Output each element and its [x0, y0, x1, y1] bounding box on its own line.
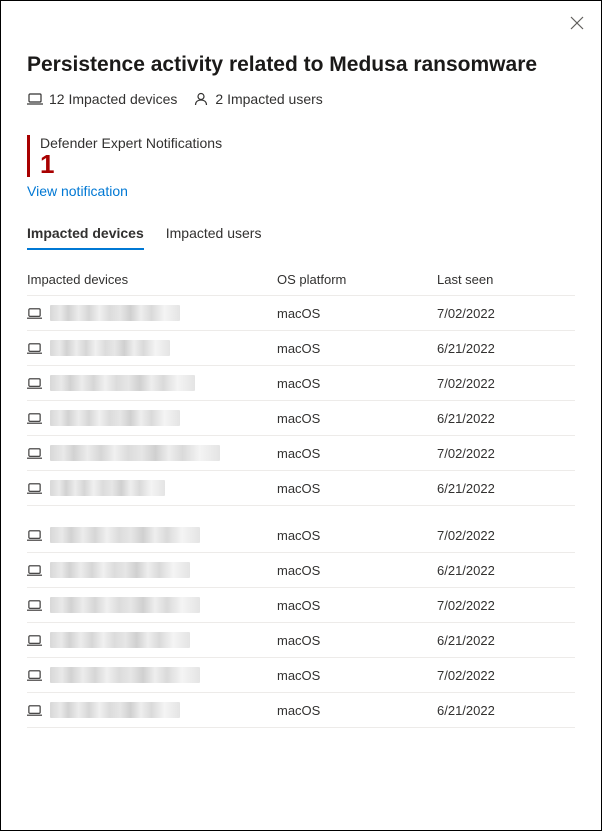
- cell-last-seen: 7/02/2022: [437, 306, 575, 321]
- cell-device: [27, 340, 277, 356]
- close-button[interactable]: [567, 13, 587, 33]
- cell-os: macOS: [277, 633, 437, 648]
- laptop-icon: [27, 342, 42, 355]
- cell-device: [27, 527, 277, 543]
- laptop-icon: [27, 92, 43, 106]
- cell-last-seen: 6/21/2022: [437, 341, 575, 356]
- cell-os: macOS: [277, 411, 437, 426]
- table-row[interactable]: macOS7/02/2022: [27, 296, 575, 331]
- device-name-redacted: [50, 562, 190, 578]
- laptop-icon: [27, 529, 42, 542]
- cell-device: [27, 702, 277, 718]
- cell-device: [27, 305, 277, 321]
- table-row[interactable]: macOS6/21/2022: [27, 693, 575, 728]
- table-row[interactable]: macOS7/02/2022: [27, 658, 575, 693]
- device-name-redacted: [50, 480, 165, 496]
- cell-os: macOS: [277, 703, 437, 718]
- laptop-icon: [27, 447, 42, 460]
- cell-last-seen: 7/02/2022: [437, 528, 575, 543]
- table-row[interactable]: macOS7/02/2022: [27, 366, 575, 401]
- cell-last-seen: 7/02/2022: [437, 598, 575, 613]
- device-name-redacted: [50, 340, 170, 356]
- device-name-redacted: [50, 410, 180, 426]
- laptop-icon: [27, 704, 42, 717]
- table-header: Impacted devices OS platform Last seen: [27, 264, 575, 296]
- column-header-seen[interactable]: Last seen: [437, 272, 575, 287]
- tab-impacted-users[interactable]: Impacted users: [166, 219, 262, 249]
- cell-device: [27, 410, 277, 426]
- laptop-icon: [27, 634, 42, 647]
- person-icon: [193, 92, 209, 106]
- table-row[interactable]: macOS6/21/2022: [27, 471, 575, 506]
- table-row[interactable]: macOS6/21/2022: [27, 331, 575, 366]
- table-row[interactable]: macOS7/02/2022: [27, 518, 575, 553]
- cell-os: macOS: [277, 341, 437, 356]
- cell-os: macOS: [277, 376, 437, 391]
- cell-os: macOS: [277, 306, 437, 321]
- table-row[interactable]: macOS6/21/2022: [27, 401, 575, 436]
- cell-device: [27, 445, 277, 461]
- cell-last-seen: 6/21/2022: [437, 563, 575, 578]
- device-name-redacted: [50, 305, 180, 321]
- laptop-icon: [27, 669, 42, 682]
- cell-os: macOS: [277, 528, 437, 543]
- cell-last-seen: 6/21/2022: [437, 633, 575, 648]
- cell-device: [27, 562, 277, 578]
- device-name-redacted: [50, 527, 200, 543]
- table-row[interactable]: macOS7/02/2022: [27, 588, 575, 623]
- view-notification-link[interactable]: View notification: [27, 183, 128, 199]
- cell-device: [27, 375, 277, 391]
- cell-os: macOS: [277, 563, 437, 578]
- table-body: macOS7/02/2022macOS6/21/2022macOS7/02/20…: [27, 296, 575, 728]
- device-name-redacted: [50, 632, 190, 648]
- device-name-redacted: [50, 597, 200, 613]
- laptop-icon: [27, 377, 42, 390]
- device-name-redacted: [50, 375, 195, 391]
- laptop-icon: [27, 412, 42, 425]
- impacted-devices-count: 12 Impacted devices: [49, 91, 177, 107]
- table-row[interactable]: macOS7/02/2022: [27, 436, 575, 471]
- notification-box: Defender Expert Notifications 1: [27, 135, 575, 177]
- close-icon: [570, 16, 584, 30]
- impacted-devices-summary: 12 Impacted devices: [27, 91, 177, 107]
- cell-os: macOS: [277, 481, 437, 496]
- cell-last-seen: 7/02/2022: [437, 376, 575, 391]
- cell-device: [27, 632, 277, 648]
- column-header-os[interactable]: OS platform: [277, 272, 437, 287]
- laptop-icon: [27, 307, 42, 320]
- cell-last-seen: 6/21/2022: [437, 481, 575, 496]
- cell-last-seen: 6/21/2022: [437, 411, 575, 426]
- device-name-redacted: [50, 667, 200, 683]
- page-title: Persistence activity related to Medusa r…: [27, 53, 575, 77]
- notification-count: 1: [40, 151, 575, 177]
- table-row[interactable]: macOS6/21/2022: [27, 623, 575, 658]
- cell-last-seen: 7/02/2022: [437, 446, 575, 461]
- laptop-icon: [27, 482, 42, 495]
- summary-row: 12 Impacted devices 2 Impacted users: [27, 91, 575, 107]
- device-name-redacted: [50, 445, 220, 461]
- notification-label: Defender Expert Notifications: [40, 135, 575, 151]
- impacted-users-count: 2 Impacted users: [215, 91, 322, 107]
- device-name-redacted: [50, 702, 180, 718]
- cell-os: macOS: [277, 598, 437, 613]
- tabs: Impacted devices Impacted users: [27, 219, 575, 250]
- cell-device: [27, 667, 277, 683]
- impacted-users-summary: 2 Impacted users: [193, 91, 322, 107]
- cell-os: macOS: [277, 446, 437, 461]
- cell-device: [27, 597, 277, 613]
- cell-device: [27, 480, 277, 496]
- laptop-icon: [27, 564, 42, 577]
- column-header-device[interactable]: Impacted devices: [27, 272, 277, 287]
- table-row[interactable]: macOS6/21/2022: [27, 553, 575, 588]
- cell-last-seen: 7/02/2022: [437, 668, 575, 683]
- laptop-icon: [27, 599, 42, 612]
- cell-os: macOS: [277, 668, 437, 683]
- cell-last-seen: 6/21/2022: [437, 703, 575, 718]
- tab-impacted-devices[interactable]: Impacted devices: [27, 219, 144, 249]
